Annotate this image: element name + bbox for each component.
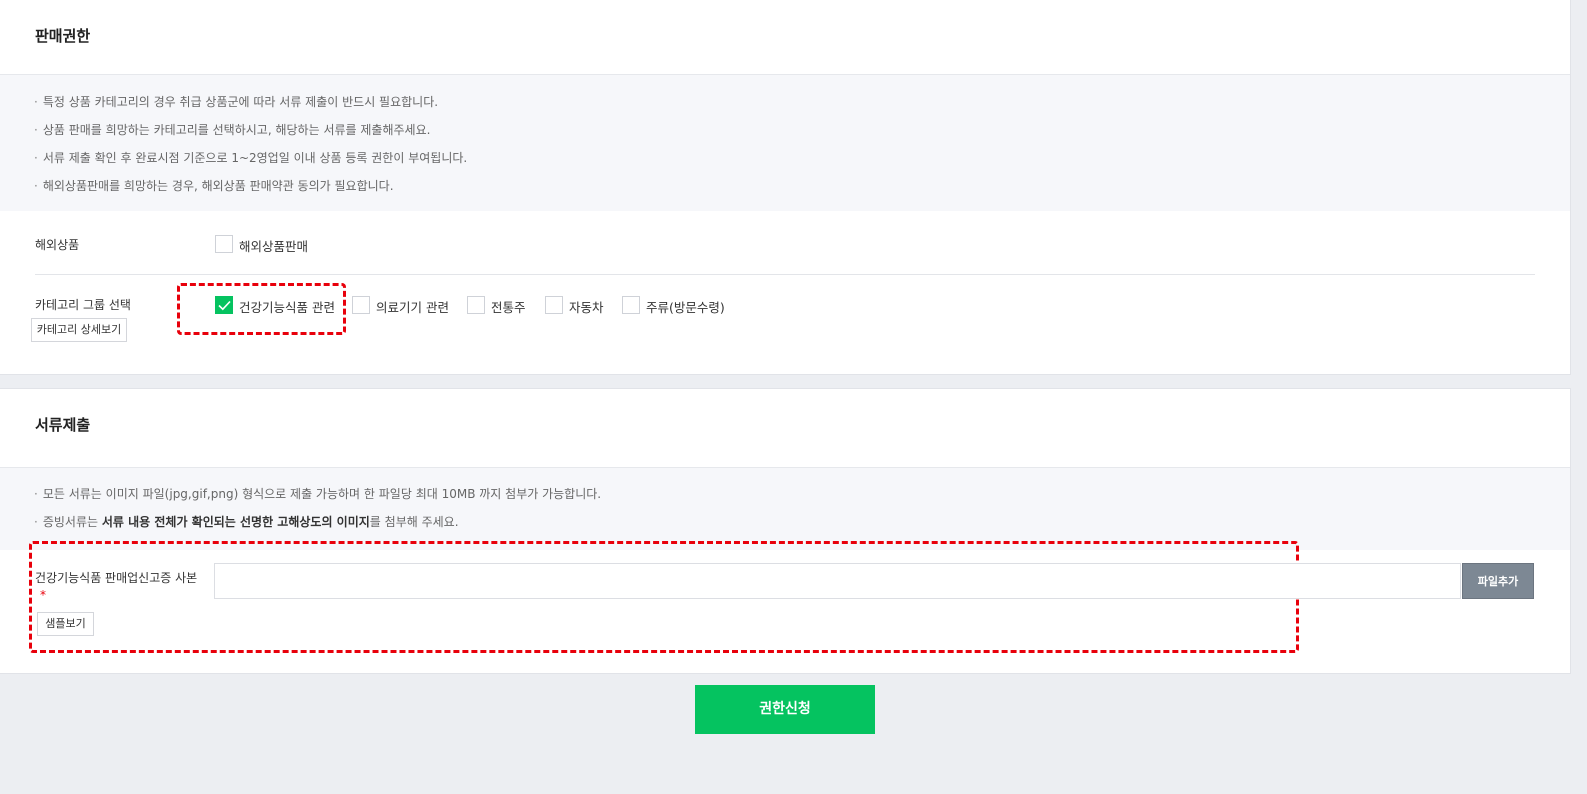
notice-text: 서류 제출 확인 후 완료시점 기준으로 1~2영업일 이내 상품 등록 권한이… [42, 151, 468, 165]
notice-text: 를 첨부해 주세요. [369, 515, 459, 529]
category-detail-button[interactable]: 카테고리 상세보기 [31, 318, 127, 342]
document-submission-title: 서류제출 [35, 416, 91, 434]
category-checkbox-health-food[interactable] [215, 296, 233, 314]
notice-item: · 상품 판매를 희망하는 카테고리를 선택하시고, 해당하는 서류를 제출해주세… [34, 123, 431, 137]
notice-item: · 서류 제출 확인 후 완료시점 기준으로 1~2영업일 이내 상품 등록 권한… [34, 151, 468, 165]
notice-item: · 특정 상품 카테고리의 경우 취급 상품군에 따라 서류 제출이 반드시 필요… [34, 95, 439, 109]
add-file-button[interactable]: 파일추가 [1462, 563, 1534, 599]
required-mark: * [40, 588, 46, 602]
notice-text: 특정 상품 카테고리의 경우 취급 상품군에 따라 서류 제출이 반드시 필요합… [42, 95, 439, 109]
notice-item: · 해외상품판매를 희망하는 경우, 해외상품 판매약관 동의가 필요합니다. [34, 179, 394, 193]
category-checkbox-liquor-pickup[interactable] [622, 296, 640, 314]
sales-permission-panel: 판매권한 · 특정 상품 카테고리의 경우 취급 상품군에 따라 서류 제출이 반… [0, 0, 1571, 375]
notice-text: 모든 서류는 이미지 파일(jpg,gif,png) 형식으로 제출 가능하며 … [42, 487, 602, 501]
overseas-label: 해외상품 [35, 238, 80, 252]
sales-permission-title: 판매권한 [35, 27, 91, 45]
notice-text: 해외상품판매를 희망하는 경우, 해외상품 판매약관 동의가 필요합니다. [42, 179, 394, 193]
notice-item: · 모든 서류는 이미지 파일(jpg,gif,png) 형식으로 제출 가능하며… [34, 487, 602, 501]
checkmark-icon [218, 300, 231, 311]
category-checkbox-medical-device[interactable] [352, 296, 370, 314]
sales-permission-notice: · 특정 상품 카테고리의 경우 취급 상품군에 따라 서류 제출이 반드시 필요… [0, 74, 1570, 211]
file-path-input[interactable] [214, 563, 1461, 599]
document-notice: · 모든 서류는 이미지 파일(jpg,gif,png) 형식으로 제출 가능하며… [0, 467, 1570, 550]
category-checkbox-automobile[interactable] [545, 296, 563, 314]
sample-view-button[interactable]: 샘플보기 [37, 612, 94, 636]
category-label-medical-device[interactable]: 의료기기 관련 [376, 297, 449, 316]
notice-item: · 증빙서류는 서류 내용 전체가 확인되는 선명한 고해상도의 이미지를 첨부해… [34, 515, 459, 529]
notice-text: 상품 판매를 희망하는 카테고리를 선택하시고, 해당하는 서류를 제출해주세요… [42, 123, 431, 137]
overseas-sales-checkbox-label[interactable]: 해외상품판매 [239, 236, 308, 255]
document-field-label: 건강기능식품 판매업신고증 사본 [35, 571, 198, 585]
category-label-liquor-pickup[interactable]: 주류(방문수령) [646, 297, 725, 316]
notice-text: 증빙서류는 [42, 515, 102, 529]
category-label-health-food[interactable]: 건강기능식품 관련 [239, 297, 335, 316]
notice-emphasis: 서류 내용 전체가 확인되는 선명한 고해상도의 이미지 [101, 515, 370, 529]
overseas-sales-checkbox[interactable] [215, 235, 233, 253]
category-label-traditional-liquor[interactable]: 전통주 [491, 297, 526, 316]
request-permission-button[interactable]: 권한신청 [695, 685, 875, 734]
row-divider [35, 274, 1535, 275]
category-checkbox-traditional-liquor[interactable] [467, 296, 485, 314]
category-label-automobile[interactable]: 자동차 [569, 297, 604, 316]
category-group-label: 카테고리 그룹 선택 [35, 298, 131, 312]
